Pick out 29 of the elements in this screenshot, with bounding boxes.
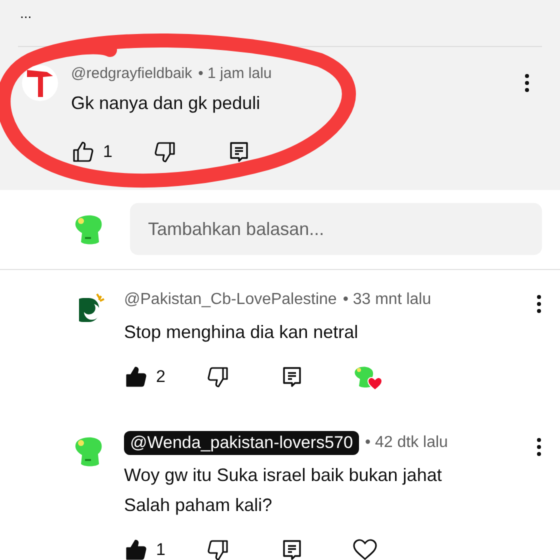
like-count: 1	[103, 142, 112, 162]
comment-time: • 1 jam lalu	[198, 65, 272, 84]
reply-icon[interactable]	[227, 140, 251, 164]
comment-time: • 33 mnt lalu	[342, 291, 432, 309]
more-options-icon[interactable]	[536, 294, 542, 314]
comment-text: Salah paham kali?	[124, 495, 272, 515]
more-options-icon[interactable]	[524, 73, 530, 93]
like-count: 1	[156, 540, 166, 560]
reply-input-field[interactable]: Tambahkan balasan...	[130, 203, 542, 255]
comment-text: Stop menghina dia kan netral	[124, 322, 358, 342]
comment-time: • 42 dtk lalu	[364, 434, 448, 452]
thumbs-up-icon[interactable]	[124, 365, 148, 389]
comment-text: Woy gw itu Suka israel baik bukan jahat	[124, 465, 442, 485]
avatar-icon[interactable]	[22, 65, 58, 101]
thumbs-up-icon[interactable]	[71, 140, 95, 164]
thumbs-down-icon[interactable]	[153, 140, 177, 164]
reply-icon[interactable]	[280, 538, 304, 560]
author-badge[interactable]: @Wenda_pakistan-lovers570	[124, 431, 359, 455]
thumbs-up-icon[interactable]	[124, 538, 148, 560]
heart-icon[interactable]	[352, 538, 378, 560]
reply-icon[interactable]	[280, 365, 304, 389]
thumbs-down-icon[interactable]	[206, 365, 230, 389]
truncated-text: ...	[19, 4, 33, 23]
thumbs-down-icon[interactable]	[206, 538, 230, 560]
comment-author[interactable]: @Pakistan_Cb-LovePalestine	[124, 291, 337, 309]
comment-author[interactable]: @redgrayfieldbaik	[71, 65, 192, 85]
like-count: 2	[156, 367, 166, 387]
comment-text: Gk nanya dan gk peduli	[71, 93, 262, 114]
more-options-icon[interactable]	[536, 437, 542, 457]
